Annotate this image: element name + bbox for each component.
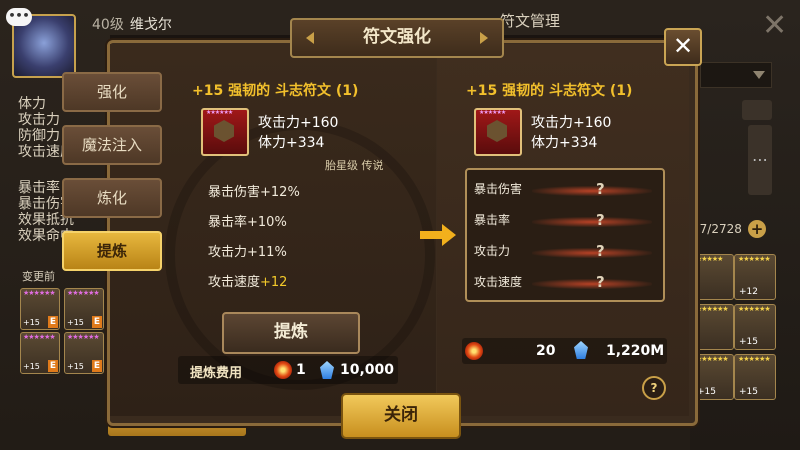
tab-enchant[interactable]: 魔法注入 [62, 125, 162, 165]
more-options-icon[interactable]: ⋯ [748, 125, 772, 195]
before-sub-stat: 攻击速度+12 [208, 275, 288, 290]
equipped-rune[interactable]: ★★★★★★ +15 E [64, 288, 104, 330]
before-rune-icon: ★★★★★★ [201, 108, 249, 156]
arrow-right-icon [420, 224, 456, 246]
inventory-rune[interactable]: ★★★★★★ +15 [734, 354, 776, 400]
before-main-stat: 体力+334 [258, 135, 325, 151]
tab-reappraise[interactable]: 提炼 [62, 231, 162, 271]
equipped-rune[interactable]: ★★★★★★ +15 E [20, 288, 60, 330]
close-button[interactable]: 关闭 [341, 393, 461, 439]
reappraisal-stone-icon [274, 361, 292, 379]
monster-name: 维戈尔 [129, 17, 172, 33]
before-sub-stat: 暴击伤害+12% [208, 185, 300, 200]
mana-cost: 10,000 [340, 362, 395, 378]
background-close-icon[interactable]: ✕ [762, 8, 787, 43]
monster-stats-list: 体力 攻击力 防御力 攻击速度 暴击率 暴击伤害 效果抵抗 效果命中 [18, 96, 78, 244]
tab-grind[interactable]: 炼化 [62, 178, 162, 218]
after-rune-name: +15 强韧的 斗志符文 (1) [466, 83, 633, 99]
monster-level-name: 40级 维戈尔 [92, 14, 172, 34]
inventory-rune[interactable]: ★★★★★★ +15 [734, 304, 776, 350]
close-icon[interactable]: ✕ [664, 28, 702, 66]
help-icon[interactable]: ? [642, 376, 666, 400]
tab-enhance[interactable]: 强化 [62, 72, 162, 112]
inventory-rune[interactable]: ★★★★★ [692, 254, 734, 300]
reappraise-button[interactable]: 提炼 [222, 312, 360, 354]
after-sub-stat: 暴击率? [474, 211, 654, 233]
monster-level: 40级 [92, 17, 124, 33]
add-rune-slot-icon[interactable]: + [748, 220, 766, 238]
change-before-label: 变更前 [22, 270, 55, 283]
after-sub-stat: 攻击速度? [474, 273, 654, 295]
filter-dropdown[interactable] [700, 62, 772, 88]
equipped-rune[interactable]: ★★★★★★ +15 E [64, 332, 104, 374]
chat-icon[interactable]: ••• [6, 8, 32, 26]
after-rune-icon: ★★★★★★ [474, 108, 522, 156]
inventory-rune[interactable]: ★★★★★★ [692, 304, 734, 350]
modal-title: 符文强化 [290, 18, 504, 58]
after-sub-stat: 攻击力? [474, 242, 654, 264]
before-main-stat: 攻击力+160 [258, 115, 339, 131]
mana-owned: 1,220M [606, 343, 665, 359]
rune-manage-title: 符文管理 [500, 12, 561, 30]
stone-owned: 20 [536, 343, 556, 359]
reappraisal-stone-icon [465, 342, 483, 360]
before-rune-name: +15 强韧的 斗志符文 (1) [192, 83, 359, 99]
after-sub-stat: 暴击伤害? [474, 180, 654, 202]
inventory-rune[interactable]: ★★★★★★ +12 [734, 254, 776, 300]
menu-icon[interactable] [742, 100, 772, 120]
stone-cost: 1 [296, 362, 306, 378]
after-main-stat: 攻击力+160 [531, 115, 612, 131]
equipped-rune[interactable]: ★★★★★★ +15 E [20, 332, 60, 374]
rune-count: 27/2728 [692, 222, 742, 236]
before-sub-stat: 攻击力+11% [208, 245, 287, 260]
after-main-stat: 体力+334 [531, 135, 598, 151]
before-sub-stat: 暴击率+10% [208, 215, 287, 230]
cost-label: 提炼费用 [190, 366, 243, 381]
rune-grade: 胎星级 传说 [325, 159, 384, 172]
inventory-rune[interactable]: ★★★★★★ +15 [692, 354, 734, 400]
